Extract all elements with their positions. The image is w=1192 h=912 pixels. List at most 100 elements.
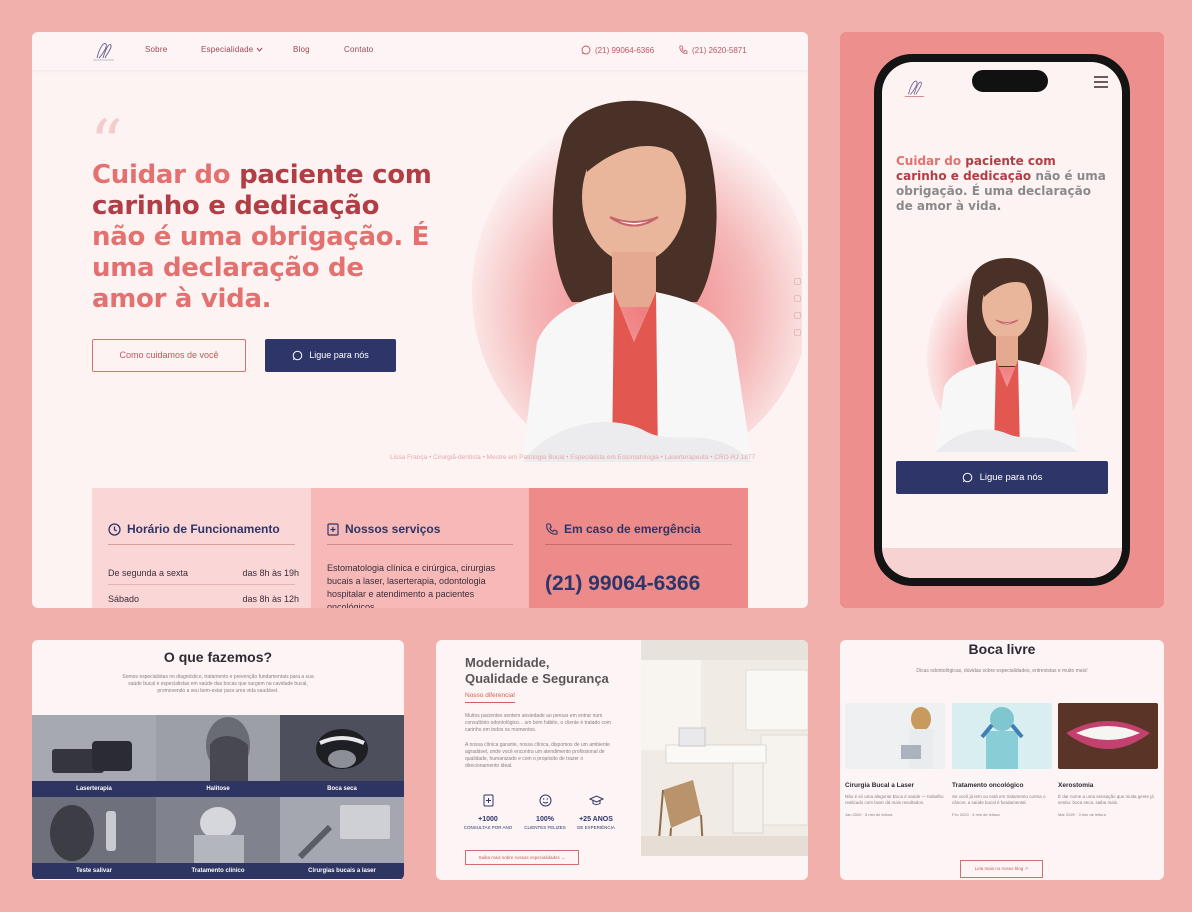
emergency-title: Em caso de emergência bbox=[545, 522, 701, 536]
tile-label: Cirurgias bucais a laser bbox=[280, 863, 404, 879]
clinic-office-image bbox=[641, 640, 808, 856]
halitosis-image bbox=[156, 715, 280, 781]
doctor-portrait bbox=[927, 258, 1087, 452]
nav-link-blog[interactable]: Blog bbox=[293, 45, 310, 54]
hours-title: Horário de Funcionamento bbox=[108, 522, 280, 536]
tile-label: Halitose bbox=[156, 781, 280, 797]
nav-link-contato[interactable]: Contato bbox=[344, 45, 373, 54]
services-title-label: Nossos serviços bbox=[345, 522, 441, 536]
stat-experience: +25 ANOS DE EXPERIÊNCIA bbox=[567, 794, 625, 830]
blog-card-meta: Fev 2020 · 4 min de leitura bbox=[952, 812, 1000, 817]
nav-link-sobre[interactable]: Sobre bbox=[145, 45, 167, 54]
phone-frame: Cuidar do paciente com carinho e dedicaç… bbox=[874, 54, 1130, 586]
section-intro: Dicas odontológicas, dúvidas sobre espec… bbox=[916, 668, 1088, 674]
blog-card[interactable]: Cirurgia Bucal a Laser Não é só uma aleg… bbox=[845, 703, 945, 817]
services-description: Estomatologia clínica e cirúrgica, cirur… bbox=[327, 563, 496, 608]
call-us-button[interactable]: Ligue para nós bbox=[265, 339, 396, 372]
headline-rest: não é uma obrigação. É uma declaração de… bbox=[92, 222, 430, 314]
specialties-button[interactable]: Saiba mais sobre nossas especialidades → bbox=[465, 850, 579, 865]
service-tile[interactable]: Halitose bbox=[156, 715, 280, 797]
nav-landline-label: (21) 2620-5871 bbox=[692, 46, 747, 55]
facebook-icon[interactable] bbox=[794, 295, 801, 302]
call-us-button[interactable]: Ligue para nós bbox=[896, 461, 1108, 494]
service-tile[interactable]: Tratamento clínico bbox=[156, 797, 280, 879]
emergency-phone[interactable]: (21) 99064-6366 bbox=[545, 572, 700, 596]
social-icons bbox=[794, 278, 804, 346]
blog-card-meta: Mar 2020 · 3 min de leitura bbox=[1058, 812, 1106, 817]
emergency-card: Em caso de emergência (21) 99064-6366 bbox=[529, 488, 748, 608]
section-subtitle: Nosso diferencial bbox=[465, 692, 515, 703]
hours-title-label: Horário de Funcionamento bbox=[127, 522, 280, 536]
headline-part: Cuidar do bbox=[92, 160, 231, 190]
headline-part: Cuidar do bbox=[896, 154, 962, 168]
service-tile[interactable]: Cirurgias bucais a laser bbox=[280, 797, 404, 879]
how-we-care-button[interactable]: Como cuidamos de você bbox=[92, 339, 246, 372]
service-tile[interactable]: Teste salivar bbox=[32, 797, 156, 879]
nav-link-especialidade[interactable]: Especialidade bbox=[201, 45, 263, 54]
nav-whatsapp-phone[interactable]: (21) 99064-6366 bbox=[581, 45, 654, 55]
blog-card-desc: Se você já tem ou está em tratamento con… bbox=[952, 794, 1046, 805]
paragraph: A nossa clínica garante, nossa clínica, … bbox=[465, 742, 610, 769]
hours-time: das 8h às 12h bbox=[242, 594, 299, 604]
blog-card[interactable]: Tratamento oncológico Se você já tem ou … bbox=[952, 703, 1052, 817]
blog-card-image bbox=[845, 703, 945, 769]
hours-time: das 8h às 19h bbox=[242, 568, 299, 578]
saliva-test-image bbox=[32, 797, 156, 863]
service-tile[interactable]: Laserterapia bbox=[32, 715, 156, 797]
whatsapp-icon[interactable] bbox=[794, 278, 801, 285]
dentist-gloves-image bbox=[952, 703, 1052, 769]
smile-icon bbox=[539, 794, 551, 807]
hours-day: Sábado bbox=[108, 594, 140, 604]
divider bbox=[108, 544, 295, 545]
tile-label: Boca seca bbox=[280, 781, 404, 797]
title-line: Qualidade e Segurança bbox=[465, 671, 609, 686]
clinical-treatment-image bbox=[156, 797, 280, 863]
services-section: O que fazemos? Somos especialistas no di… bbox=[32, 640, 404, 880]
logo[interactable] bbox=[88, 38, 118, 64]
hamburger-menu-icon[interactable] bbox=[1094, 76, 1108, 91]
emergency-title-label: Em caso de emergência bbox=[564, 522, 701, 536]
stat-label: DE EXPERIÊNCIA bbox=[577, 825, 615, 830]
doctor-portrait bbox=[472, 100, 802, 462]
stat-value: +25 ANOS bbox=[579, 816, 613, 823]
title-line: Modernidade, bbox=[465, 655, 550, 670]
whatsapp-icon bbox=[292, 350, 303, 361]
desktop-homepage: Sobre Especialidade Blog Contato (21) 99… bbox=[32, 32, 808, 608]
medical-plus-icon bbox=[327, 523, 339, 536]
call-us-label: Ligue para nós bbox=[309, 350, 369, 360]
clock-icon bbox=[108, 523, 121, 536]
section-title: Boca livre bbox=[968, 641, 1036, 657]
nav-landline-phone[interactable]: (21) 2620-5871 bbox=[678, 45, 747, 55]
blog-card-image bbox=[952, 703, 1052, 769]
top-navigation: Sobre Especialidade Blog Contato (21) 99… bbox=[32, 32, 808, 70]
blog-section: Boca livre Dicas odontológicas, dúvidas … bbox=[840, 640, 1164, 880]
section-title: O que fazemos? bbox=[163, 649, 273, 665]
instagram-icon[interactable] bbox=[794, 312, 801, 319]
section-intro: Somos especialistas no diagnóstico, trat… bbox=[122, 674, 314, 694]
nav-link-label: Especialidade bbox=[201, 45, 254, 54]
hours-day: De segunda a sexta bbox=[108, 568, 189, 578]
divider bbox=[108, 584, 295, 585]
service-tile[interactable]: Boca seca bbox=[280, 715, 404, 797]
logo[interactable] bbox=[900, 76, 928, 100]
blog-card[interactable]: Xerostomia É dar nome a uma sensação que… bbox=[1058, 703, 1158, 817]
medical-plus-icon bbox=[483, 794, 493, 807]
mobile-headline: Cuidar do paciente com carinho e dedicaç… bbox=[896, 154, 1108, 214]
read-blog-button[interactable]: Leia mais no nosso blog ↗ bbox=[960, 860, 1043, 878]
next-section-peek bbox=[882, 548, 1122, 578]
nav-whatsapp-label: (21) 99064-6366 bbox=[595, 46, 655, 55]
youtube-icon[interactable] bbox=[794, 329, 801, 336]
divider bbox=[545, 544, 732, 545]
stat-consults: +1000 CONSULTAS POR ANO bbox=[459, 794, 517, 830]
phone-icon bbox=[679, 45, 688, 54]
hero-headline: Cuidar do paciente com carinho e dedicaç… bbox=[92, 160, 432, 315]
stat-happy: 100% CLIENTES FELIZES bbox=[516, 794, 574, 830]
blog-card-meta: Jan 2020 · 5 min de leitura bbox=[845, 812, 893, 817]
whatsapp-icon bbox=[581, 45, 591, 55]
hours-card: Horário de Funcionamento De segunda a se… bbox=[92, 488, 311, 608]
blog-card-title: Cirurgia Bucal a Laser bbox=[845, 782, 914, 789]
blog-card-image bbox=[1058, 703, 1158, 769]
chevron-down-icon bbox=[256, 47, 263, 52]
section-title: Modernidade, Qualidade e Segurança bbox=[465, 655, 609, 687]
hours-row: Sábado das 8h às 12h bbox=[108, 594, 299, 604]
